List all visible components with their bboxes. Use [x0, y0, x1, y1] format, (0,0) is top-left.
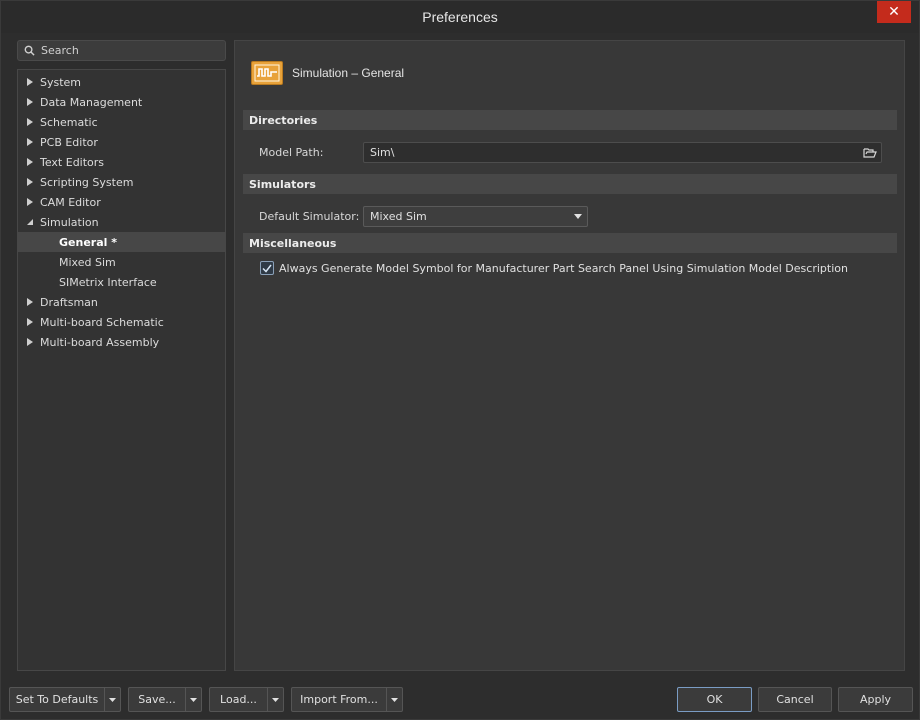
tree-item-label: Scripting System [40, 175, 134, 189]
tree-item-simulation-general[interactable]: General * [18, 232, 225, 252]
search-box[interactable] [17, 40, 226, 61]
section-simulators: Simulators [243, 174, 897, 194]
tree-item-label: SIMetrix Interface [59, 275, 157, 289]
settings-content-panel: Simulation – General Directories Model P… [234, 40, 905, 671]
chevron-down-icon [109, 697, 116, 702]
expand-arrow-icon[interactable] [18, 338, 40, 346]
tree-item-label: Data Management [40, 95, 143, 109]
chevron-down-icon [574, 214, 582, 219]
default-simulator-value: Mixed Sim [370, 210, 427, 223]
expand-arrow-icon[interactable] [18, 138, 40, 146]
set-to-defaults-label: Set To Defaults [15, 693, 99, 706]
section-directories: Directories [243, 110, 897, 130]
tree-item-multi-board-assembly[interactable]: Multi-board Assembly [18, 332, 225, 352]
collapse-arrow-icon[interactable] [18, 218, 40, 226]
tree-item-label: Simulation [40, 215, 99, 229]
tree-item-label: Draftsman [40, 295, 98, 309]
tree-item-label: Schematic [40, 115, 98, 129]
expand-arrow-icon[interactable] [18, 318, 40, 326]
expand-arrow-icon[interactable] [18, 298, 40, 306]
load-dropdown[interactable] [267, 688, 283, 711]
tree-item-schematic[interactable]: Schematic [18, 112, 225, 132]
chevron-down-icon [391, 697, 398, 702]
close-icon: ✕ [888, 4, 900, 20]
folder-open-icon[interactable] [863, 146, 877, 159]
close-button[interactable]: ✕ [877, 1, 911, 23]
search-icon [24, 45, 35, 56]
tree-item-draftsman[interactable]: Draftsman [18, 292, 225, 312]
save-dropdown[interactable] [185, 688, 201, 711]
set-to-defaults-dropdown[interactable] [104, 688, 120, 711]
always-generate-checkbox[interactable] [260, 261, 274, 275]
preferences-tree: System Data Management Schematic PCB Edi… [17, 69, 226, 671]
tree-item-data-management[interactable]: Data Management [18, 92, 225, 112]
always-generate-option[interactable]: Always Generate Model Symbol for Manufac… [260, 261, 848, 275]
chevron-down-icon [272, 697, 279, 702]
save-button[interactable]: Save... [128, 687, 202, 712]
tree-item-label: CAM Editor [40, 195, 101, 209]
expand-arrow-icon[interactable] [18, 198, 40, 206]
title-bar: Preferences ✕ [1, 1, 919, 33]
tree-item-cam-editor[interactable]: CAM Editor [18, 192, 225, 212]
checkmark-icon [262, 264, 272, 273]
import-from-button[interactable]: Import From... [291, 687, 403, 712]
tree-item-text-editors[interactable]: Text Editors [18, 152, 225, 172]
load-button[interactable]: Load... [209, 687, 284, 712]
expand-arrow-icon[interactable] [18, 98, 40, 106]
always-generate-label: Always Generate Model Symbol for Manufac… [279, 261, 848, 275]
page-header: Simulation – General [251, 61, 404, 85]
tree-item-simulation[interactable]: Simulation [18, 212, 225, 232]
model-path-field[interactable]: Sim\ [363, 142, 882, 163]
preferences-window: Preferences ✕ System Data Management Sch… [0, 0, 920, 720]
page-title: Simulation – General [292, 66, 405, 80]
tree-item-label: Multi-board Assembly [40, 335, 160, 349]
tree-item-label: Mixed Sim [59, 255, 116, 269]
cancel-label: Cancel [776, 693, 814, 706]
set-to-defaults-button[interactable]: Set To Defaults [9, 687, 121, 712]
tree-item-system[interactable]: System [18, 72, 225, 92]
tree-item-label: PCB Editor [40, 135, 98, 149]
import-from-dropdown[interactable] [386, 688, 402, 711]
tree-item-label: System [40, 75, 82, 89]
expand-arrow-icon[interactable] [18, 158, 40, 166]
search-input[interactable] [41, 44, 211, 57]
expand-arrow-icon[interactable] [18, 178, 40, 186]
tree-item-label: Text Editors [40, 155, 105, 169]
tree-item-multi-board-schematic[interactable]: Multi-board Schematic [18, 312, 225, 332]
tree-item-simulation-mixed-sim[interactable]: Mixed Sim [18, 252, 225, 272]
tree-item-simulation-simetrix[interactable]: SIMetrix Interface [18, 272, 225, 292]
simulation-waveform-icon [251, 61, 283, 85]
model-path-value: Sim\ [370, 146, 395, 159]
ok-label: OK [706, 693, 723, 706]
save-label: Save... [138, 693, 176, 706]
tree-item-scripting-system[interactable]: Scripting System [18, 172, 225, 192]
chevron-down-icon [190, 697, 197, 702]
section-miscellaneous: Miscellaneous [243, 233, 897, 253]
expand-arrow-icon[interactable] [18, 118, 40, 126]
expand-arrow-icon[interactable] [18, 78, 40, 86]
apply-button[interactable]: Apply [838, 687, 913, 712]
tree-item-label: General * [59, 235, 117, 249]
window-title: Preferences [422, 9, 498, 25]
import-from-label: Import From... [300, 693, 378, 706]
model-path-label: Model Path: [259, 146, 324, 159]
load-label: Load... [220, 693, 257, 706]
ok-button[interactable]: OK [677, 687, 752, 712]
default-simulator-dropdown[interactable]: Mixed Sim [363, 206, 588, 227]
default-simulator-label: Default Simulator: [259, 210, 360, 223]
cancel-button[interactable]: Cancel [758, 687, 832, 712]
tree-item-label: Multi-board Schematic [40, 315, 164, 329]
tree-item-pcb-editor[interactable]: PCB Editor [18, 132, 225, 152]
apply-label: Apply [859, 693, 892, 706]
